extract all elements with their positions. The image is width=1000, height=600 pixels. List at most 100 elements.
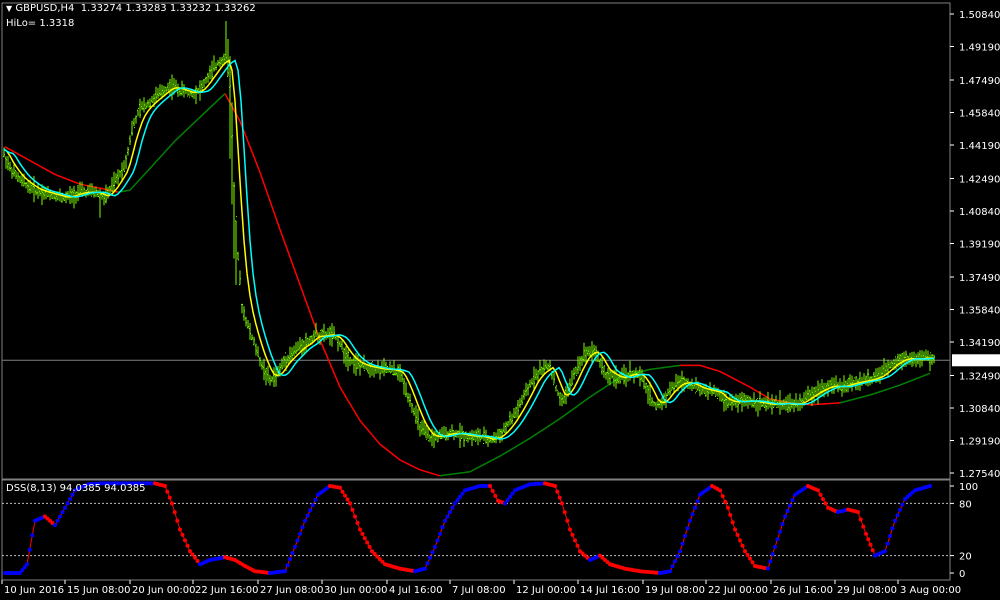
symbol-label: GBPUSD,H4 — [15, 3, 75, 14]
price-tick-label: 1.29190 — [959, 436, 1000, 447]
dss-tick-label: 20 — [959, 552, 972, 563]
dss-axis: 100 80 20 0 — [950, 482, 978, 580]
price-tick-label: 1.50840 — [959, 10, 1000, 21]
price-tick-label: 1.37490 — [959, 273, 1000, 284]
chart-menu-arrow-icon[interactable]: ▼ — [6, 4, 12, 13]
dss-point — [728, 513, 733, 517]
dss-point — [300, 525, 305, 530]
dss-point — [348, 501, 352, 506]
dss-point — [570, 532, 575, 537]
dss-point — [888, 534, 892, 538]
dss-point — [670, 564, 675, 569]
dss-tick-label: 100 — [959, 482, 978, 493]
time-tick-label: 30 Jun 00:00 — [324, 585, 388, 596]
dss-point — [723, 499, 728, 504]
dss-point — [821, 497, 825, 502]
dss-point — [816, 488, 820, 493]
dss-point — [870, 548, 875, 553]
dss-point — [743, 549, 747, 554]
time-tick-label: 22 Jul 00:00 — [708, 585, 768, 596]
dss-point — [303, 518, 307, 523]
dss-point — [453, 501, 457, 506]
dss-label: DSS(8,13) 94.0385 94.0385 — [6, 483, 146, 494]
dss-point — [503, 501, 507, 506]
dss-point — [58, 514, 62, 519]
dss-point — [25, 562, 29, 567]
dss-point — [188, 549, 192, 554]
dss-indicator — [3, 481, 932, 575]
dss-point — [735, 532, 740, 537]
dss-point — [178, 527, 182, 532]
dss-point — [678, 549, 682, 554]
dss-point — [555, 489, 560, 494]
time-tick-label: 22 Jun 16:00 — [195, 585, 259, 596]
dss-point — [730, 520, 735, 525]
dss-point — [438, 531, 442, 536]
dss-point — [65, 501, 70, 506]
price-tick-label: 1.27540 — [959, 469, 1000, 480]
dss-point — [358, 527, 362, 532]
dss-point — [440, 525, 445, 530]
dss-point — [766, 566, 770, 571]
dss-point — [293, 544, 297, 549]
dss-point — [283, 569, 287, 574]
dss-point — [288, 557, 292, 562]
dss-point — [313, 497, 318, 502]
dss-point — [864, 531, 868, 536]
slow-ma-line — [3, 59, 935, 440]
dss-point — [568, 527, 572, 532]
dss-point — [443, 518, 447, 523]
dss-point — [733, 527, 737, 532]
price-tick-label: 1.45840 — [959, 108, 1000, 119]
dss-point — [360, 531, 365, 536]
dss-point — [425, 561, 430, 566]
dss-point — [673, 559, 677, 564]
dss-point — [353, 514, 357, 519]
time-tick-label: 26 Jul 16:00 — [773, 585, 833, 596]
dss-point — [775, 537, 780, 542]
price-tick-label: 1.47490 — [959, 76, 1000, 87]
dss-point — [455, 498, 460, 503]
dss-point — [668, 569, 672, 574]
dss-point — [355, 521, 360, 525]
time-tick-label: 20 Jun 00:00 — [132, 585, 196, 596]
dss-point — [565, 518, 570, 523]
dss-point — [185, 543, 190, 548]
dss-point — [790, 498, 795, 503]
dss-point — [866, 537, 871, 542]
time-tick-label: 15 Jun 08:00 — [67, 585, 131, 596]
price-bars — [3, 21, 935, 449]
dss-point — [557, 495, 562, 500]
price-tick-label: 1.34190 — [959, 338, 1000, 349]
dss-point — [448, 510, 452, 515]
hilo-label: HiLo= 1.3318 — [6, 18, 75, 29]
current-price-marker: 1.33262 — [952, 354, 1000, 367]
dss-point — [740, 543, 745, 548]
dss-point — [362, 536, 367, 541]
dss-point — [895, 513, 900, 518]
dss-point — [295, 538, 300, 543]
dss-point — [818, 492, 823, 497]
dss-point — [770, 552, 775, 557]
time-tick-label: 3 Aug 00:00 — [900, 585, 961, 596]
dss-point — [340, 489, 345, 494]
dss-point — [718, 488, 722, 493]
dss-point — [458, 494, 462, 499]
time-tick-label: 29 Jul 08:00 — [837, 585, 897, 596]
dss-point — [780, 522, 785, 527]
dss-point — [172, 510, 177, 515]
dss-point — [560, 501, 564, 506]
dss-point — [750, 560, 755, 565]
dss-point — [573, 538, 577, 543]
dss-point — [675, 554, 680, 559]
time-axis: 10 Jun 2016 15 Jun 08:00 20 Jun 00:00 22 Ju… — [1, 580, 961, 596]
dss-point — [868, 542, 873, 547]
dss-point — [488, 484, 492, 488]
dss-point — [748, 556, 752, 561]
dss-point — [490, 488, 495, 493]
dss-point — [195, 559, 200, 563]
dss-point — [435, 538, 440, 543]
dss-point — [310, 503, 315, 508]
dss-point — [823, 501, 828, 506]
dss-point — [343, 493, 347, 498]
